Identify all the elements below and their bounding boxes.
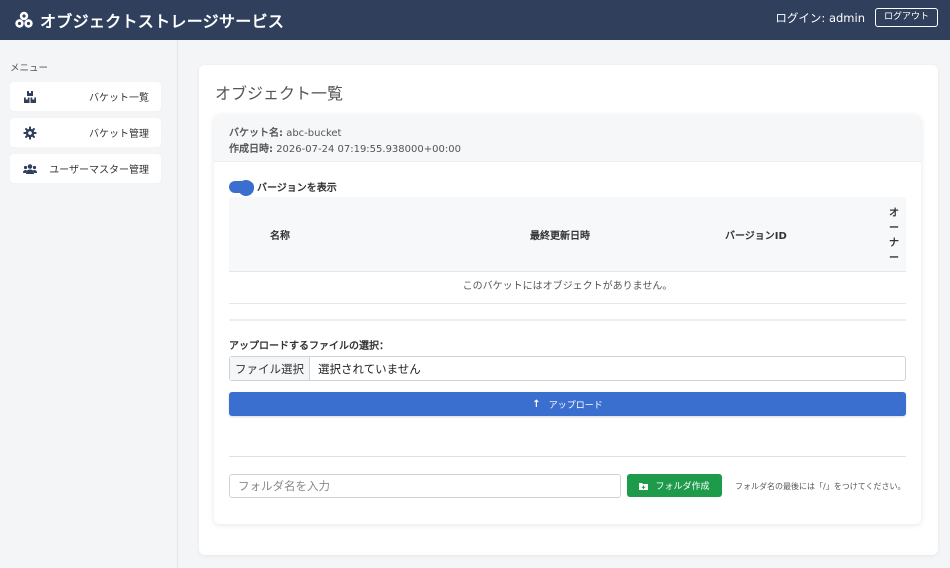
- file-select-button[interactable]: ファイル選択: [230, 357, 310, 380]
- sidebar-item-label: バケット一覧: [89, 93, 149, 104]
- login-status: ログイン: admin: [775, 10, 865, 25]
- upload-label: アップロードするファイルの選択：: [229, 341, 389, 352]
- page-title: オブジェクト一覧: [215, 84, 344, 103]
- created-line: 作成日時: 2026-07-24 07:19:55.938000+00:00: [229, 140, 461, 155]
- column-header-last-modified[interactable]: 最終更新日時: [530, 227, 590, 242]
- created-value: 2026-07-24 07:19:55.938000+00:00: [276, 144, 461, 155]
- sidebar-item-bucket-management[interactable]: バケット管理: [10, 118, 161, 147]
- users-icon: [23, 164, 37, 174]
- bucket-name-value: abc-bucket: [286, 128, 342, 139]
- object-table-header: 名称 最終更新日時 バージョンID オーナー: [229, 197, 906, 272]
- column-header-owner[interactable]: オーナー: [889, 206, 899, 266]
- sidebar-heading: メニュー: [10, 63, 49, 74]
- boxes-icon: [24, 91, 36, 103]
- show-versions-toggle[interactable]: [229, 179, 254, 196]
- boxes-icon: [15, 11, 33, 28]
- folder-note: フォルダ名の最後には「/」をつけてください。: [735, 482, 906, 491]
- bucket-name-line: バケット名: abc-bucket: [229, 124, 341, 139]
- show-versions-label: バージョンを表示: [257, 183, 337, 194]
- file-status: 選択されていません: [318, 361, 421, 376]
- bucket-name-label: バケット名:: [229, 128, 283, 139]
- brand[interactable]: オブジェクトストレージサービス: [14, 8, 284, 32]
- folder-name-input[interactable]: フォルダ名を入力: [229, 474, 621, 498]
- arrow-up-icon: ↑: [532, 398, 541, 410]
- sidebar-item-label: ユーザーマスター管理: [49, 165, 149, 176]
- login-area: ログイン: admin ログアウト: [775, 8, 938, 27]
- sidebar-item-bucket-list[interactable]: バケット一覧: [10, 82, 161, 111]
- sidebar: メニュー バケット一覧 バケット管理 ユーザーマスター管理: [0, 40, 178, 568]
- divider: [229, 456, 906, 457]
- top-navbar: オブジェクトストレージサービス ログイン: admin ログアウト: [0, 0, 950, 40]
- create-folder-label: フォルダ作成: [655, 482, 710, 492]
- created-label: 作成日時:: [229, 144, 273, 155]
- bucket-info: バケット名: abc-bucket 作成日時: 2026-07-24 07:19…: [214, 115, 921, 162]
- sidebar-item-user-master[interactable]: ユーザーマスター管理: [10, 154, 161, 183]
- file-input[interactable]: ファイル選択 選択されていません: [229, 356, 906, 381]
- app-title: オブジェクトストレージサービス: [40, 12, 285, 31]
- column-header-name[interactable]: 名称: [270, 227, 290, 242]
- column-header-version-id[interactable]: バージョンID: [725, 227, 787, 242]
- upload-button[interactable]: ↑ アップロード: [229, 392, 906, 416]
- upload-button-label: アップロード: [548, 400, 603, 411]
- main-panel: オブジェクト一覧 バケット名: abc-bucket 作成日時: 2026-07…: [199, 65, 938, 555]
- folder-plus-icon: [639, 482, 649, 490]
- show-versions-toggle-row[interactable]: バージョンを表示: [229, 179, 337, 196]
- gear-icon: [23, 126, 37, 140]
- logout-button[interactable]: ログアウト: [874, 8, 938, 27]
- table-empty-message: このバケットにはオブジェクトがありません。: [229, 272, 906, 304]
- sidebar-item-label: バケット管理: [89, 129, 149, 140]
- divider: [229, 319, 906, 321]
- object-list-card: バケット名: abc-bucket 作成日時: 2026-07-24 07:19…: [214, 115, 921, 524]
- create-folder-button[interactable]: フォルダ作成: [627, 474, 722, 497]
